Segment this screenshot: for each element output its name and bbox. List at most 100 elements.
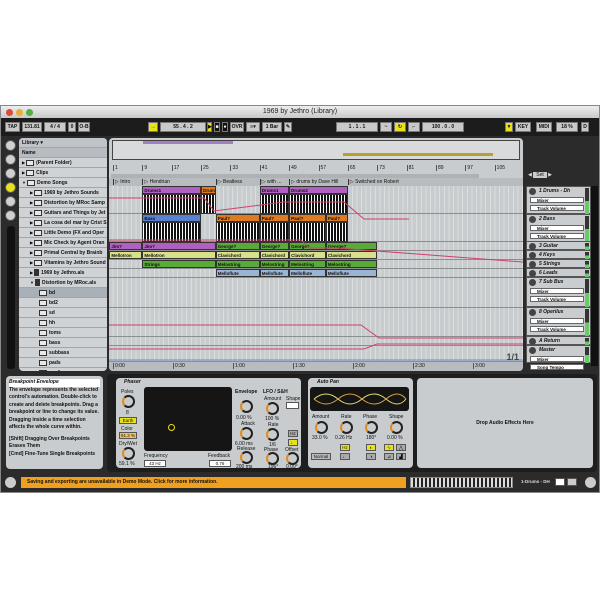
browser-item[interactable]: ▶ Little Demo (FX and Oper	[19, 228, 107, 238]
browser-item[interactable]: bass	[19, 338, 107, 348]
track-fold-icon[interactable]	[529, 338, 536, 345]
lfo-amount-knob[interactable]	[266, 402, 279, 415]
browser-item[interactable]: ▶ La cosa del mar by Crist S	[19, 218, 107, 228]
browser-item[interactable]: ▶ 1969 by Jethro Sounds	[19, 188, 107, 198]
browser-item[interactable]: ▶ (Parent Folder)	[19, 158, 107, 168]
frequency-field[interactable]: 43 Hz	[144, 460, 166, 467]
autopan-amount-knob[interactable]	[315, 421, 328, 434]
parameter-chooser[interactable]: Song Tempo	[530, 364, 584, 370]
track-header[interactable]: Master Mixer Song Tempo	[526, 345, 591, 370]
stop-button[interactable]: ■	[214, 122, 220, 132]
browser-item[interactable]: ▼ Distortion by MRoc.als	[19, 278, 107, 288]
show-hide-detail-icon[interactable]	[585, 477, 596, 488]
midi-map-button[interactable]: MIDI	[536, 122, 552, 132]
browser-library-icon[interactable]	[5, 154, 16, 165]
status-bar[interactable]: Saving and exporting are unavailable in …	[21, 477, 406, 488]
plugin-icon[interactable]	[5, 196, 16, 207]
browser-item[interactable]: ▶ Distortion by MRoc Samp	[19, 198, 107, 208]
time-signature-field[interactable]: 4 / 4	[44, 122, 66, 132]
parameter-chooser[interactable]: Track Volume	[530, 233, 584, 239]
lfo-shape-select[interactable]	[286, 402, 299, 409]
random-wave-button[interactable]: ▟	[396, 453, 406, 460]
browser-item[interactable]: bd2	[19, 298, 107, 308]
loop-button[interactable]: ↻	[394, 122, 406, 132]
tap-button[interactable]: TAP	[5, 122, 20, 132]
collapsed-icon[interactable]: ▶	[30, 210, 33, 215]
track-fold-icon[interactable]	[529, 309, 536, 316]
loop-length-field[interactable]: 100 . 0 . 0	[422, 122, 464, 132]
drop-audio-effects-zone[interactable]: Drop Audio Effects Here	[417, 378, 593, 468]
back-icon[interactable]	[5, 140, 16, 151]
minimize-button[interactable]	[16, 109, 23, 116]
browser-item[interactable]: ▶ 1969 by Jethro.als	[19, 268, 107, 278]
collapsed-icon[interactable]: ▶	[30, 200, 33, 205]
follow-button[interactable]: →	[148, 122, 158, 132]
play-button[interactable]: ▶	[207, 122, 212, 132]
autopan-normal-button[interactable]: Normal	[311, 453, 331, 460]
autopan-sync-button[interactable]: ♩	[340, 453, 350, 460]
track-fold-icon[interactable]	[529, 347, 536, 354]
pencil-icon[interactable]: ✎	[284, 122, 292, 132]
color-field[interactable]: 61.2 %	[119, 432, 137, 439]
collapsed-icon[interactable]: ▶	[30, 190, 33, 195]
autopan-hz-button[interactable]: Hz	[340, 444, 350, 451]
track-view-button[interactable]	[555, 478, 565, 486]
next-locator-button[interactable]: ▶	[547, 172, 552, 178]
autopan-rate-knob[interactable]	[340, 421, 353, 434]
track-header[interactable]: 7 Sub Bus Mixer Track Volume	[526, 277, 591, 307]
track-header[interactable]: 6 Leads	[526, 268, 591, 277]
draw-mode-button[interactable]: ≡▾	[246, 122, 260, 132]
autopan-phase-knob[interactable]	[365, 421, 378, 434]
browser-item[interactable]: syn1	[19, 368, 107, 371]
punch-out-button[interactable]: ⌐	[408, 122, 420, 132]
collapsed-icon[interactable]: ▶	[22, 160, 25, 165]
autopan-shape-knob[interactable]	[390, 421, 403, 434]
browser-item[interactable]: bd	[19, 288, 107, 298]
parameter-chooser[interactable]: Track Volume	[530, 296, 584, 302]
collapsed-icon[interactable]: ▶	[30, 230, 33, 235]
device-chooser[interactable]: Mixer	[530, 197, 584, 203]
browser-item[interactable]: ▶ Mic Check by Agent Oran	[19, 238, 107, 248]
xy-handle[interactable]	[168, 424, 175, 431]
track-scrollbar[interactable]	[591, 186, 598, 366]
time-ruler[interactable]: 0:00 0:30 1:00 1:30 2:00 2:30 3:00	[109, 362, 523, 371]
sine-wave-button[interactable]: ∿	[384, 444, 394, 451]
device-chooser[interactable]: Mixer	[530, 225, 584, 231]
set-locator-button[interactable]: Set	[533, 172, 547, 178]
overdub-button[interactable]: OVR	[230, 122, 244, 132]
feedback-field[interactable]: 0.76	[209, 460, 231, 467]
triangle-wave-button[interactable]: ⋀	[396, 444, 406, 451]
cue-button[interactable]: O-B	[78, 122, 90, 132]
parameter-chooser[interactable]: Track Volume	[530, 326, 584, 332]
loop-start-field[interactable]: 1 . 1 . 1	[336, 122, 378, 132]
track-header[interactable]: 4 Keys	[526, 250, 591, 259]
collapsed-icon[interactable]: ▶	[30, 220, 33, 225]
clip-view-button[interactable]	[567, 478, 577, 486]
track-header[interactable]: 3 Guitar	[526, 241, 591, 250]
browser-item[interactable]: ▶ Guitars and Things by Jet	[19, 208, 107, 218]
earth-button[interactable]: Earth	[119, 417, 137, 424]
library-select[interactable]: Library	[22, 140, 39, 146]
tempo-field[interactable]: 131.81	[22, 122, 42, 132]
browser-item[interactable]: pads	[19, 358, 107, 368]
folder-icon[interactable]	[5, 182, 16, 193]
track-header[interactable]: A Return	[526, 336, 591, 345]
phaser-xy-display[interactable]	[144, 387, 232, 451]
metronome-field[interactable]: 0	[68, 122, 76, 132]
collapsed-icon[interactable]: ▶	[30, 270, 33, 275]
autopan-spin-button[interactable]: ◑	[366, 453, 376, 460]
track-fold-icon[interactable]	[529, 243, 536, 250]
collapsed-icon[interactable]: ▶	[30, 260, 33, 265]
browser-scrollbar[interactable]	[7, 226, 15, 369]
browser-item[interactable]: ▶ Vitamins by Jethro Sound	[19, 258, 107, 268]
expanded-icon[interactable]: ▼	[30, 280, 34, 285]
lfo-rate-knob[interactable]	[266, 428, 279, 441]
collapsed-icon[interactable]: ▶	[30, 240, 33, 245]
envelope-knob[interactable]	[240, 400, 253, 413]
drywet-knob[interactable]	[122, 447, 135, 460]
poles-knob[interactable]	[122, 395, 135, 408]
release-knob[interactable]	[240, 451, 253, 464]
track-header[interactable]: 8 Operilus Mixer Track Volume	[526, 307, 591, 336]
quantize-select[interactable]: 1 Bar	[262, 122, 282, 132]
track-fold-icon[interactable]	[529, 270, 536, 277]
